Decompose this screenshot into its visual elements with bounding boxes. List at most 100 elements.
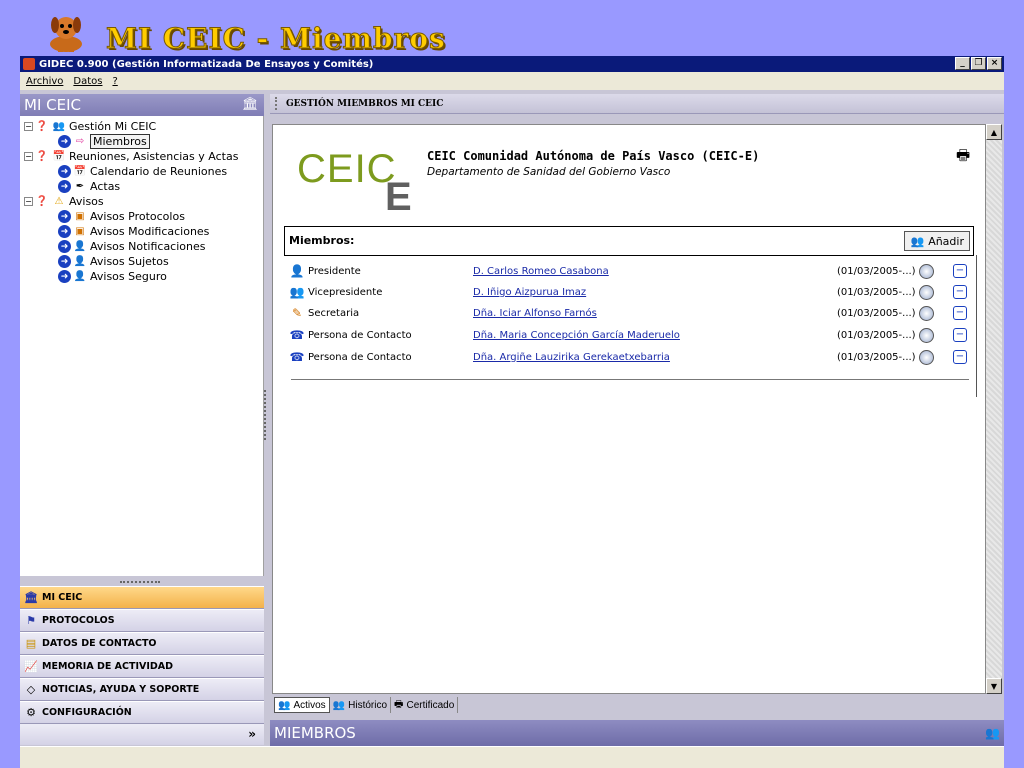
tab-activos[interactable]: 👥 Activos <box>274 697 330 713</box>
minimize-button[interactable]: _ <box>955 57 970 70</box>
pen-icon: ✒ <box>75 181 85 192</box>
person-alert-icon: 👤 <box>73 271 87 282</box>
arrow-right-icon: ➜ <box>58 210 71 223</box>
diamond-icon: ◇ <box>26 683 36 696</box>
history-clock-icon[interactable] <box>919 349 934 365</box>
member-name-link[interactable]: D. Carlos Romeo Casabona <box>473 266 609 277</box>
person-alert-icon: 👤 <box>73 241 87 252</box>
arrow-right-icon: ➜ <box>58 180 71 193</box>
calendar-icon: 📅 <box>52 151 66 162</box>
members-label: Miembros: <box>289 234 355 247</box>
org-name: CEIC Comunidad Autónoma de País Vasco (C… <box>427 149 760 163</box>
panel-resize-grip[interactable] <box>120 581 160 583</box>
pencil-icon: ✎ <box>291 306 303 320</box>
tree-item-reuniones[interactable]: − ❓ 📅 Reuniones, Asistencias y Actas <box>24 149 238 164</box>
document-alert-icon: ▣ <box>75 211 85 222</box>
vicepresident-icon: 👥 <box>289 285 305 299</box>
tree-item-actas[interactable]: ➜ ✒ Actas <box>58 179 120 194</box>
right-panel: GESTIÓN MIEMBROS MI CEIC CEIC E CEIC Com… <box>270 94 1004 746</box>
view-tabs: 👥 Activos 👥 Histórico 🖶 Certificado <box>274 696 459 714</box>
member-row: ☎ Persona de Contacto Dña. Argiñe Lauzir… <box>289 347 979 367</box>
president-icon: 👤 <box>289 264 305 278</box>
history-clock-icon[interactable] <box>919 263 934 279</box>
scroll-down-button[interactable]: ▼ <box>986 678 1002 694</box>
pink-arrow-icon: ⇨ <box>75 136 85 147</box>
remove-member-button[interactable]: − <box>953 328 967 342</box>
scroll-up-button[interactable]: ▲ <box>986 124 1002 140</box>
member-name-link[interactable]: Dña. Argiñe Lauzirika Gerekaetxebarria <box>473 352 670 363</box>
ceic-logo-text: CEIC <box>297 147 397 191</box>
member-name-link[interactable]: Dña. Maria Concepción García Maderuelo <box>473 330 680 341</box>
tree-item-gestion[interactable]: − ❓ 👥 Gestión Mi CEIC <box>24 119 156 134</box>
left-panel-header: MI CEIC 🏛 <box>20 94 264 116</box>
help-folder-icon: ❓ <box>35 151 49 162</box>
app-icon <box>23 58 35 70</box>
history-clock-icon[interactable] <box>919 305 934 321</box>
tab-historico[interactable]: 👥 Histórico <box>330 697 392 713</box>
arrow-right-icon: ➜ <box>58 240 71 253</box>
collapse-toggle[interactable]: − <box>24 152 33 161</box>
app-banner: MI CEIC - Miembros <box>0 0 1024 56</box>
right-panel-title: GESTIÓN MIEMBROS MI CEIC <box>286 98 444 109</box>
restore-button[interactable]: ❐ <box>971 57 986 70</box>
ceic-logo: CEIC E <box>297 147 412 219</box>
close-button[interactable]: × <box>987 57 1002 70</box>
left-panel: MI CEIC 🏛 − ❓ 👥 Gestión Mi CEIC ➜ ⇨ Miem… <box>20 94 264 746</box>
menu-help[interactable]: ? <box>112 76 117 87</box>
flag-icon: ⚑ <box>26 614 36 627</box>
menu-datos[interactable]: Datos <box>73 76 102 87</box>
window-titlebar[interactable]: GIDEC 0.900 (Gestión Informatizada De En… <box>20 56 1004 72</box>
left-panel-title: MI CEIC <box>24 96 81 114</box>
remove-member-button[interactable]: − <box>953 306 967 320</box>
nav-more-button[interactable]: » <box>20 724 264 745</box>
tree-item-avisos-modificaciones[interactable]: ➜ ▣ Avisos Modificaciones <box>58 224 209 239</box>
tree-item-avisos-seguro[interactable]: ➜ 👤 Avisos Seguro <box>58 269 167 284</box>
arrow-right-icon: ➜ <box>58 255 71 268</box>
nav-mi-ceic[interactable]: 🏛 MI CEIC <box>20 586 264 609</box>
remove-member-button[interactable]: − <box>953 264 967 278</box>
vertical-scrollbar[interactable]: ▲ ▼ <box>986 124 1002 694</box>
toolbar-grip[interactable] <box>275 97 277 110</box>
bank-icon: 🏛 <box>242 97 259 112</box>
nav-noticias[interactable]: ◇ NOTICIAS, AYUDA Y SOPORTE <box>20 678 264 701</box>
warning-icon: ⚠ <box>54 196 64 207</box>
tree-item-avisos-notificaciones[interactable]: ➜ 👤 Avisos Notificaciones <box>58 239 205 254</box>
calendar-icon: 📅 <box>73 166 87 177</box>
panel-splitter[interactable] <box>264 390 268 440</box>
menu-archivo[interactable]: Archivo <box>26 76 63 87</box>
member-name-link[interactable]: Dña. Iciar Alfonso Farnós <box>473 308 597 319</box>
nav-protocolos[interactable]: ⚑ PROTOCOLOS <box>20 609 264 632</box>
add-member-button[interactable]: 👥 Añadir <box>904 231 970 251</box>
history-clock-icon[interactable] <box>919 327 934 343</box>
settings-icon: ⚙ <box>26 706 36 719</box>
help-folder-icon: ❓ <box>35 121 49 132</box>
member-row: 👤 Presidente D. Carlos Romeo Casabona (0… <box>289 261 979 281</box>
navigation-tree: − ❓ 👥 Gestión Mi CEIC ➜ ⇨ Miembros − ❓ 📅… <box>20 116 264 576</box>
tree-item-avisos[interactable]: − ❓ ⚠ Avisos <box>24 194 104 209</box>
collapse-toggle[interactable]: − <box>24 197 33 206</box>
menu-bar: Archivo Datos ? <box>20 72 1004 90</box>
nav-memoria-actividad[interactable]: 📈 MEMORIA DE ACTIVIDAD <box>20 655 264 678</box>
print-icon[interactable]: 🖶 <box>956 145 970 170</box>
window-title: GIDEC 0.900 (Gestión Informatizada De En… <box>39 58 374 70</box>
history-clock-icon[interactable] <box>919 284 934 300</box>
nav-configuracion[interactable]: ⚙ CONFIGURACIÓN <box>20 701 264 724</box>
phone-icon: ☎ <box>289 350 305 364</box>
section-footer: MIEMBROS 👥 <box>270 720 1004 746</box>
tree-item-calendario[interactable]: ➜ 📅 Calendario de Reuniones <box>58 164 227 179</box>
tab-certificado[interactable]: 🖶 Certificado <box>391 697 459 713</box>
tree-item-avisos-sujetos[interactable]: ➜ 👤 Avisos Sujetos <box>58 254 169 269</box>
people-icon: 👥 <box>332 699 346 711</box>
dog-mascot-icon <box>50 17 82 52</box>
member-name-link[interactable]: D. Iñigo Aizpurua Imaz <box>473 287 586 298</box>
collapse-toggle[interactable]: − <box>24 122 33 131</box>
nav-datos-contacto[interactable]: ▤ DATOS DE CONTACTO <box>20 632 264 655</box>
remove-member-button[interactable]: − <box>953 285 967 299</box>
section-footer-title: MIEMBROS <box>274 724 356 742</box>
tree-item-avisos-protocolos[interactable]: ➜ ▣ Avisos Protocolos <box>58 209 185 224</box>
divider <box>976 255 977 397</box>
tree-item-miembros[interactable]: ➜ ⇨ Miembros <box>58 134 150 149</box>
remove-member-button[interactable]: − <box>953 350 967 364</box>
arrow-right-icon: ➜ <box>58 165 71 178</box>
banner-title: MI CEIC - Miembros <box>106 22 446 56</box>
